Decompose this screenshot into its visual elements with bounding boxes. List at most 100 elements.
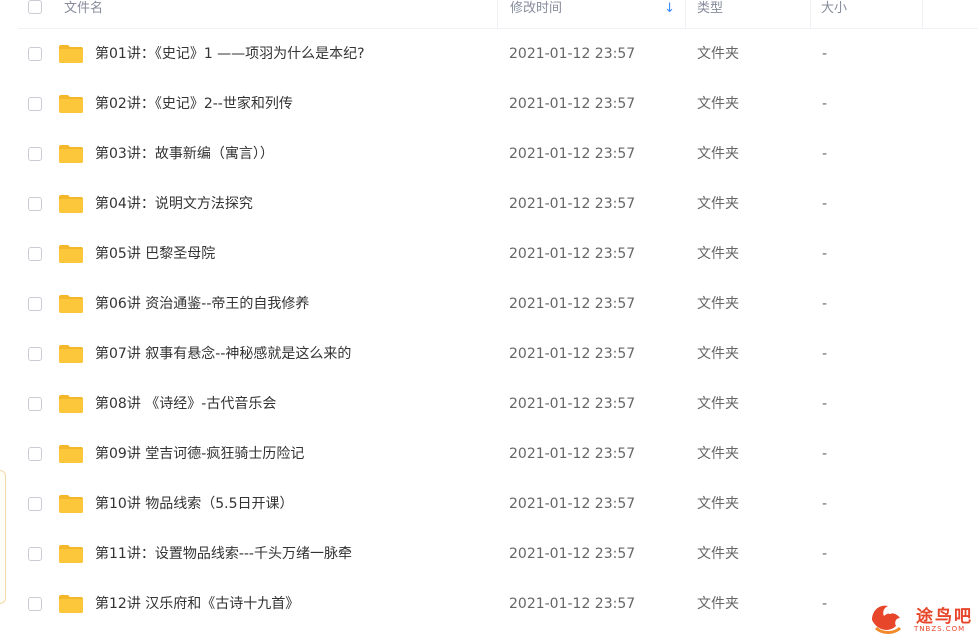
watermark-title: 途鸟吧: [916, 607, 973, 627]
file-name[interactable]: 第01讲：《史记》1 ——项羽为什么是本纪?: [95, 29, 365, 79]
row-checkbox[interactable]: [28, 597, 42, 611]
table-row[interactable]: 第07讲 叙事有悬念--神秘感就是这么来的 2021-01-12 23:57 文件夹…: [18, 329, 978, 379]
row-checkbox[interactable]: [28, 397, 42, 411]
list-header: 文件名 修改时间 ↓ 类型 大小: [18, 0, 978, 29]
column-header-size[interactable]: 大小: [821, 0, 923, 28]
row-checkbox[interactable]: [28, 547, 42, 561]
file-size: -: [822, 46, 828, 62]
column-header-time[interactable]: 修改时间 ↓: [510, 0, 686, 28]
file-size: -: [822, 446, 828, 462]
row-checkbox[interactable]: [28, 497, 42, 511]
table-row[interactable]: 第11讲：设置物品线索---千头万绪一脉牵 2021-01-12 23:57 文件夹…: [18, 529, 978, 579]
folder-icon[interactable]: [58, 544, 84, 564]
watermark-subtitle: TNBZS.COM: [914, 625, 966, 633]
row-checkbox[interactable]: [28, 247, 42, 261]
file-name[interactable]: 第02讲：《史记》2--世家和列传: [95, 79, 293, 129]
row-checkbox[interactable]: [28, 97, 42, 111]
file-name[interactable]: 第09讲 堂吉诃德-疯狂骑士历险记: [95, 429, 304, 479]
file-name[interactable]: 第11讲：设置物品线索---千头万绪一脉牵: [95, 529, 352, 579]
row-checkbox[interactable]: [28, 147, 42, 161]
table-row[interactable]: 第04讲：说明文方法探究 2021-01-12 23:57 文件夹 -: [18, 179, 978, 229]
folder-icon[interactable]: [58, 194, 84, 214]
folder-icon[interactable]: [58, 394, 84, 414]
file-type: 文件夹: [697, 546, 739, 562]
file-name[interactable]: 第04讲：说明文方法探究: [95, 179, 253, 229]
row-checkbox[interactable]: [28, 197, 42, 211]
table-row[interactable]: 第12讲 汉乐府和《古诗十九首》 2021-01-12 23:57 文件夹 -: [18, 579, 978, 629]
header-checkbox-cell: [18, 0, 54, 28]
modified-time: 2021-01-12 23:57: [509, 446, 636, 462]
modified-time: 2021-01-12 23:57: [509, 96, 636, 112]
table-row[interactable]: 第06讲 资治通鉴--帝王的自我修养 2021-01-12 23:57 文件夹 -: [18, 279, 978, 329]
file-name[interactable]: 第06讲 资治通鉴--帝王的自我修养: [95, 279, 309, 329]
folder-icon[interactable]: [58, 44, 84, 64]
file-name[interactable]: 第03讲：故事新编（寓言））: [95, 129, 274, 179]
folder-icon[interactable]: [58, 144, 84, 164]
file-type: 文件夹: [697, 196, 739, 212]
column-header-size-label: 大小: [821, 1, 848, 16]
file-name[interactable]: 第08讲 《诗经》-古代音乐会: [95, 379, 276, 429]
table-row[interactable]: 第09讲 堂吉诃德-疯狂骑士历险记 2021-01-12 23:57 文件夹 -: [18, 429, 978, 479]
folder-icon[interactable]: [58, 344, 84, 364]
select-all-checkbox[interactable]: [28, 0, 42, 14]
file-list: 文件名 修改时间 ↓ 类型 大小 第01讲：《史记》1 ——项羽为什么是本纪? 2…: [18, 0, 978, 629]
modified-time: 2021-01-12 23:57: [509, 246, 636, 262]
sort-descending-arrow-icon[interactable]: ↓: [664, 0, 675, 18]
column-header-type[interactable]: 类型: [697, 0, 811, 28]
modified-time: 2021-01-12 23:57: [509, 346, 636, 362]
file-size: -: [822, 496, 828, 512]
file-size: -: [822, 296, 828, 312]
folder-icon[interactable]: [58, 94, 84, 114]
file-size: -: [822, 396, 828, 412]
file-type: 文件夹: [697, 346, 739, 362]
file-type: 文件夹: [697, 146, 739, 162]
file-name[interactable]: 第07讲 叙事有悬念--神秘感就是这么来的: [95, 329, 351, 379]
table-row[interactable]: 第10讲 物品线索（5.5日开课） 2021-01-12 23:57 文件夹 -: [18, 479, 978, 529]
folder-icon[interactable]: [58, 444, 84, 464]
table-row[interactable]: 第05讲 巴黎圣母院 2021-01-12 23:57 文件夹 -: [18, 229, 978, 279]
column-header-name[interactable]: 文件名: [64, 0, 498, 28]
column-header-name-label: 文件名: [64, 1, 104, 16]
file-rows: 第01讲：《史记》1 ——项羽为什么是本纪? 2021-01-12 23:57 文件…: [18, 29, 978, 629]
modified-time: 2021-01-12 23:57: [509, 496, 636, 512]
table-row[interactable]: 第08讲 《诗经》-古代音乐会 2021-01-12 23:57 文件夹 -: [18, 379, 978, 429]
folder-icon[interactable]: [58, 594, 84, 614]
side-panel-edge: [0, 470, 6, 604]
file-type: 文件夹: [697, 46, 739, 62]
folder-icon[interactable]: [58, 294, 84, 314]
row-checkbox[interactable]: [28, 347, 42, 361]
file-size: -: [822, 96, 828, 112]
file-type: 文件夹: [697, 596, 739, 612]
file-name[interactable]: 第12讲 汉乐府和《古诗十九首》: [95, 579, 299, 629]
file-type: 文件夹: [697, 396, 739, 412]
file-type: 文件夹: [697, 96, 739, 112]
file-size: -: [822, 146, 828, 162]
folder-icon[interactable]: [58, 494, 84, 514]
watermark: 途鸟吧 TNBZS.COM: [866, 598, 972, 638]
row-checkbox[interactable]: [28, 447, 42, 461]
file-type: 文件夹: [697, 446, 739, 462]
file-name[interactable]: 第05讲 巴黎圣母院: [95, 229, 215, 279]
file-name[interactable]: 第10讲 物品线索（5.5日开课）: [95, 479, 294, 529]
table-row[interactable]: 第03讲：故事新编（寓言）） 2021-01-12 23:57 文件夹 -: [18, 129, 978, 179]
file-size: -: [822, 196, 828, 212]
bird-logo-icon: [872, 605, 902, 634]
modified-time: 2021-01-12 23:57: [509, 196, 636, 212]
file-type: 文件夹: [697, 496, 739, 512]
file-type: 文件夹: [697, 246, 739, 262]
folder-icon[interactable]: [58, 244, 84, 264]
table-row[interactable]: 第01讲：《史记》1 ——项羽为什么是本纪? 2021-01-12 23:57 文件…: [18, 29, 978, 79]
row-checkbox[interactable]: [28, 47, 42, 61]
row-checkbox[interactable]: [28, 297, 42, 311]
modified-time: 2021-01-12 23:57: [509, 396, 636, 412]
file-size: -: [822, 596, 828, 612]
modified-time: 2021-01-12 23:57: [509, 296, 636, 312]
modified-time: 2021-01-12 23:57: [509, 596, 636, 612]
modified-time: 2021-01-12 23:57: [509, 46, 636, 62]
modified-time: 2021-01-12 23:57: [509, 146, 636, 162]
file-size: -: [822, 346, 828, 362]
modified-time: 2021-01-12 23:57: [509, 546, 636, 562]
file-type: 文件夹: [697, 296, 739, 312]
column-header-type-label: 类型: [697, 1, 724, 16]
table-row[interactable]: 第02讲：《史记》2--世家和列传 2021-01-12 23:57 文件夹 -: [18, 79, 978, 129]
